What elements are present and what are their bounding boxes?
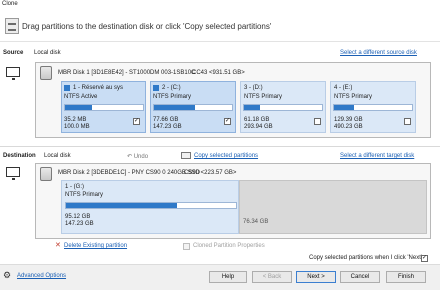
destination-disk-name: MBR Disk 2 [3DEBDE1C] - PNY CS90 0 240GB… — [58, 170, 200, 176]
cloned-properties-checkbox[interactable] — [183, 243, 190, 250]
source-disk-size: CC43 <931.51 GB> — [192, 70, 245, 76]
partition-type: NTFS Primary — [334, 94, 372, 100]
windows-icon — [153, 85, 159, 91]
destination-disk-panel: MBR Disk 2 [3DEBDE1C] - PNY CS90 0 240GB… — [35, 163, 431, 239]
partition-used: 129.39 GB — [334, 117, 363, 123]
advanced-options-icon: ⚙ — [3, 270, 12, 280]
advanced-options-link[interactable]: Advanced Options — [17, 273, 66, 279]
copy-when-next-label: Copy selected partitions when I click 'N… — [309, 255, 423, 261]
partition-type: NTFS Primary — [153, 94, 191, 100]
partition-checkbox[interactable]: ✓ — [133, 118, 140, 125]
source-partition-4[interactable]: 4 - (E:) NTFS Primary 129.39 GB 490.23 G… — [330, 81, 416, 133]
back-button[interactable]: < Back — [252, 271, 292, 283]
partition-checkbox[interactable]: ✓ — [224, 118, 231, 125]
destination-label: Destination — [3, 153, 36, 159]
destination-partition-1[interactable]: 1 - (G:) NTFS Primary 95.12 GB 147.23 GB — [61, 180, 239, 234]
destination-disk-size: CS90 <223.57 GB> — [184, 170, 237, 176]
undo-button[interactable]: ↶ Undo — [127, 153, 148, 160]
undo-icon: ↶ — [127, 154, 133, 160]
delete-existing-partition-link[interactable]: Delete Existing partition — [64, 243, 127, 249]
delete-icon: ✕ — [55, 242, 61, 249]
partition-title: 2 - (C:) — [162, 85, 181, 91]
partition-type: NTFS Active — [64, 94, 98, 100]
source-partition-3[interactable]: 3 - (D:) NTFS Primary 61.18 GB 293.94 GB — [240, 81, 326, 133]
copy-when-next-checkbox[interactable]: ✓ — [421, 255, 428, 262]
source-label: Source — [3, 50, 24, 56]
partition-type: NTFS Primary — [244, 94, 282, 100]
partition-total: 100.0 MB — [64, 124, 90, 130]
partition-title: 3 - (D:) — [244, 85, 263, 91]
next-button[interactable]: Next > — [296, 271, 336, 283]
copy-selected-partitions-link[interactable]: Copy selected partitions — [194, 153, 258, 159]
partition-title: 1 - Réservé au sys — [73, 85, 124, 91]
destination-computer-icon — [6, 167, 20, 180]
undo-label: Undo — [133, 154, 149, 160]
header-band: Drag partitions to the destination disk … — [0, 12, 440, 42]
partition-total: 293.94 GB — [244, 124, 273, 130]
cloned-partition-properties: Cloned Partition Properties — [193, 243, 265, 249]
source-disk-name: MBR Disk 1 [3D1E8E42] - ST1000DM 003-1SB… — [58, 70, 196, 76]
source-partition-1[interactable]: 1 - Réservé au sys NTFS Active 35.2 MB 1… — [61, 81, 146, 133]
destination-local-disk: Local disk — [44, 153, 71, 159]
partition-title: 4 - (E:) — [334, 85, 353, 91]
source-disk-panel: MBR Disk 1 [3D1E8E42] - ST1000DM 003-1SB… — [35, 62, 431, 138]
partition-used: 95.12 GB — [65, 214, 91, 220]
source-disk-icon — [40, 66, 52, 80]
partition-used: 77.66 GB — [153, 117, 179, 123]
partition-total: 490.23 GB — [334, 124, 363, 130]
partition-used: 35.2 MB — [64, 117, 87, 123]
partition-checkbox[interactable] — [404, 118, 411, 125]
destination-disk-icon — [40, 167, 52, 181]
source-computer-icon — [6, 67, 20, 80]
partition-title: 1 - (G:) — [65, 184, 84, 190]
select-source-disk-link[interactable]: Select a different source disk — [340, 50, 417, 56]
copy-partitions-icon — [181, 152, 191, 159]
source-local-disk: Local disk — [34, 50, 61, 56]
partition-used: 61.18 GB — [244, 117, 270, 123]
window-title: Clone — [2, 1, 18, 7]
windows-icon — [64, 85, 70, 91]
cancel-button[interactable]: Cancel — [340, 271, 380, 283]
help-button[interactable]: Help — [209, 271, 247, 283]
partition-total: 147.23 GB — [65, 221, 94, 227]
instruction-text: Drag partitions to the destination disk … — [22, 22, 272, 31]
select-target-disk-link[interactable]: Select a different target disk — [340, 153, 414, 159]
source-partition-2[interactable]: 2 - (C:) NTFS Primary 77.66 GB 147.23 GB… — [150, 81, 236, 133]
partition-checkbox[interactable] — [314, 118, 321, 125]
finish-button[interactable]: Finish — [386, 271, 426, 283]
free-space-size: 76.34 GB — [243, 219, 269, 225]
partition-type: NTFS Primary — [65, 192, 103, 198]
unallocated-space: 76.34 GB — [239, 180, 427, 234]
partition-total: 147.23 GB — [153, 124, 182, 130]
clone-disk-icon — [5, 18, 19, 34]
section-divider — [0, 146, 440, 147]
